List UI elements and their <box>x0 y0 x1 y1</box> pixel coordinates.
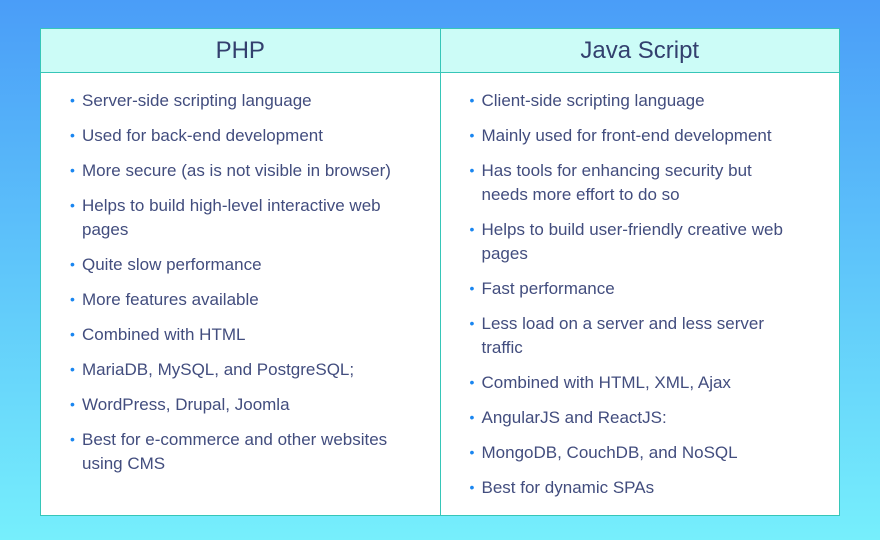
list-item: • Used for back-end development <box>70 124 410 148</box>
php-column: PHP • Server-side scripting language • Used… <box>41 29 440 515</box>
comparison-table: PHP • Server-side scripting language • Used… <box>40 28 840 516</box>
list-item-text: Best for e-commerce and other websites u… <box>82 430 388 473</box>
list-item: • Helps to build user-friendly creative w… <box>470 218 810 266</box>
list-item-text: Used for back-end development <box>82 126 323 145</box>
list-item: • Combined with HTML, XML, Ajax <box>470 371 810 395</box>
list-item-text: More features available <box>82 290 259 309</box>
list-item: • MongoDB, CouchDB, and NoSQL <box>470 441 810 465</box>
list-item: • More secure (as is not visible in brows… <box>70 159 410 183</box>
list-item-text: Quite slow performance <box>82 255 262 274</box>
feature-list: • Server-side scripting language • Used for… <box>41 73 440 487</box>
list-item-text: Client-side scripting language <box>481 91 705 110</box>
list-item-text: WordPress, Drupal, Joomla <box>82 395 290 414</box>
list-item-text: Combined with HTML <box>82 325 246 344</box>
column-header: Java Script <box>440 29 839 73</box>
list-item: • Fast performance <box>470 277 810 301</box>
feature-list: • Client-side scripting language • Mainly u… <box>441 73 840 511</box>
bullet-icon: • <box>70 256 75 272</box>
bullet-icon: • <box>70 127 75 143</box>
column-header: PHP <box>41 29 440 73</box>
bullet-icon: • <box>469 92 475 108</box>
list-item-text: Server-side scripting language <box>82 91 312 110</box>
bullet-icon: • <box>469 221 475 237</box>
bullet-icon: • <box>70 396 75 412</box>
list-item-text: MongoDB, CouchDB, and NoSQL <box>481 443 738 462</box>
bullet-icon: • <box>469 162 475 178</box>
bullet-icon: • <box>469 127 475 143</box>
list-item: • More features available <box>70 288 410 312</box>
list-item-text: Helps to build user-friendly creative we… <box>481 220 783 263</box>
bullet-icon: • <box>469 479 475 495</box>
bullet-icon: • <box>469 280 475 296</box>
javascript-column: Java Script • Client-side scripting langu… <box>439 29 840 515</box>
list-item: • AngularJS and ReactJS: <box>470 406 810 430</box>
bullet-icon: • <box>70 361 75 377</box>
list-item-text: More secure (as is not visible in browse… <box>82 161 391 180</box>
list-item: • WordPress, Drupal, Joomla <box>70 393 410 417</box>
bullet-icon: • <box>70 92 75 108</box>
bullet-icon: • <box>70 162 75 178</box>
list-item-text: Mainly used for front-end development <box>481 126 772 145</box>
list-item-text: Combined with HTML, XML, Ajax <box>481 373 731 392</box>
list-item: • Less load on a server and less server t… <box>470 312 810 360</box>
list-item-text: MariaDB, MySQL, and PostgreSQL; <box>82 360 355 379</box>
list-item: • Best for e-commerce and other websites … <box>70 428 410 476</box>
list-item-text: AngularJS and ReactJS: <box>481 408 667 427</box>
list-item: • Best for dynamic SPAs <box>470 476 810 500</box>
list-item: • Mainly used for front-end development <box>470 124 810 148</box>
list-item-text: Fast performance <box>481 279 615 298</box>
bullet-icon: • <box>469 374 475 390</box>
list-item-text: Has tools for enhancing security but nee… <box>481 161 752 204</box>
list-item-text: Best for dynamic SPAs <box>481 478 655 497</box>
bullet-icon: • <box>469 444 475 460</box>
list-item: • Quite slow performance <box>70 253 410 277</box>
bullet-icon: • <box>70 431 75 447</box>
list-item: • MariaDB, MySQL, and PostgreSQL; <box>70 358 410 382</box>
list-item-text: Helps to build high-level interactive we… <box>82 196 381 239</box>
bullet-icon: • <box>70 326 75 342</box>
list-item-text: Less load on a server and less server tr… <box>481 314 765 357</box>
list-item: • Server-side scripting language <box>70 89 410 113</box>
list-item: • Has tools for enhancing security but ne… <box>470 159 810 207</box>
list-item: • Combined with HTML <box>70 323 410 347</box>
bullet-icon: • <box>469 315 475 331</box>
list-item: • Client-side scripting language <box>470 89 810 113</box>
list-item: • Helps to build high-level interactive w… <box>70 194 410 242</box>
bullet-icon: • <box>70 291 75 307</box>
bullet-icon: • <box>469 409 475 425</box>
bullet-icon: • <box>70 197 75 213</box>
